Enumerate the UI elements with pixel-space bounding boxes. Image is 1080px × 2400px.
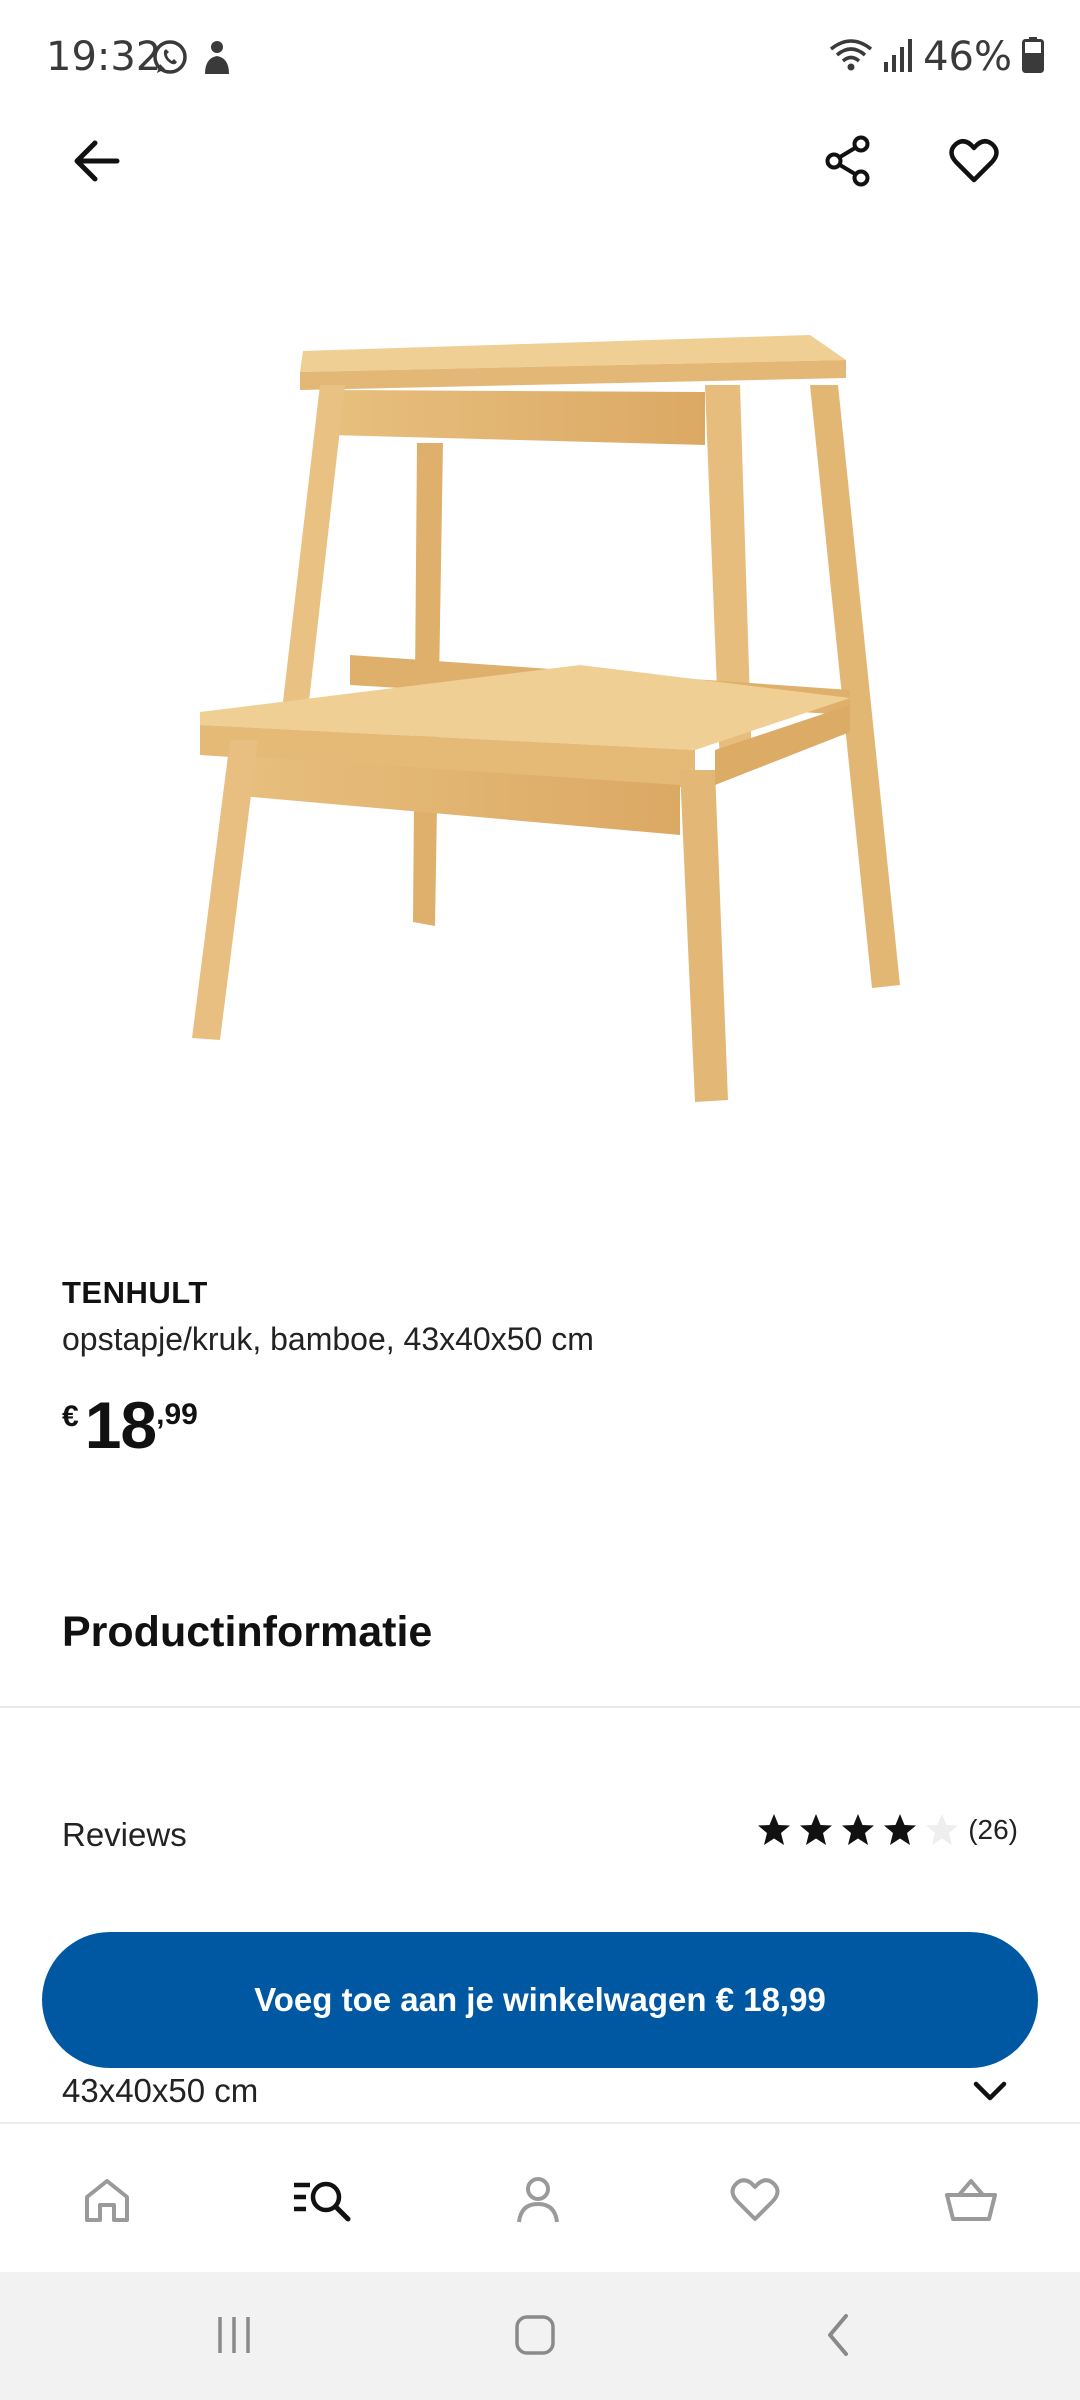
notification-icon [200,38,234,83]
whatsapp-icon [150,38,190,83]
home-icon [85,2179,129,2222]
star-filled-icon [884,1814,917,1845]
reviews-count: (26) [968,1814,1018,1845]
back-arrow-icon [74,140,120,182]
product-info-section[interactable]: Productinformatie [62,1608,432,1657]
product-price: € 18 ,99 [62,1392,198,1458]
system-back-button[interactable] [808,2305,868,2365]
favorite-button[interactable] [938,130,1010,192]
price-decimals: ,99 [156,1398,198,1431]
nav-cart[interactable] [936,2170,1006,2230]
price-main: 18 [84,1388,157,1462]
profile-icon [517,2177,559,2223]
price-currency: € [62,1400,79,1433]
size-label[interactable]: 43x40x50 cm [62,2072,258,2110]
wifi-icon [829,37,873,78]
nav-search[interactable] [288,2170,358,2230]
cart-icon [945,2179,997,2221]
star-empty-icon [926,1814,959,1845]
recent-apps-button[interactable] [204,2305,264,2365]
favorites-icon [730,2178,780,2221]
back-button[interactable] [60,130,132,192]
recent-apps-icon [218,2317,250,2353]
nav-favorites[interactable] [720,2170,790,2230]
divider [0,1706,1080,1708]
product-image [160,320,920,1140]
status-bar: 19:32 46% [0,0,1080,120]
search-icon [294,2181,351,2222]
star-filled-icon [842,1814,875,1845]
star-filled-icon [758,1814,791,1845]
signal-icon [883,38,913,77]
home-button[interactable] [505,2305,565,2365]
battery-icon [1022,36,1044,78]
share-button[interactable] [812,130,884,192]
star-rating [756,1812,960,1848]
nav-home[interactable] [72,2170,142,2230]
reviews-label[interactable]: Reviews [62,1816,187,1854]
reviews-rating[interactable]: (26) [756,1812,1018,1848]
add-to-cart-button[interactable]: Voeg toe aan je winkelwagen € 18,99 [42,1932,1038,2068]
nav-profile[interactable] [503,2170,573,2230]
heart-icon [949,139,999,183]
share-icon [825,135,870,187]
star-filled-icon [800,1814,833,1845]
product-description: opstapje/kruk, bamboe, 43x40x50 cm [62,1321,594,1357]
battery-percentage: 46% [923,34,1012,80]
product-name: TENHULT [62,1275,208,1310]
status-time: 19:32 [46,34,162,80]
home-button-icon [515,2315,555,2355]
chevron-down-icon[interactable] [972,2076,1008,2106]
back-icon [828,2314,848,2356]
